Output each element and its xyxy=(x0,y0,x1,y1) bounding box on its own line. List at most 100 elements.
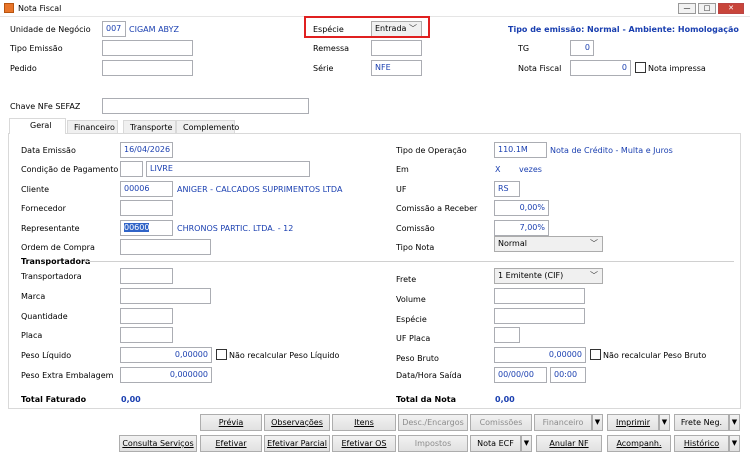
placa-field[interactable] xyxy=(120,327,173,343)
ordem-compra-label: Ordem de Compra xyxy=(21,243,95,252)
condicao-code-field[interactable] xyxy=(120,161,143,177)
comissao-field[interactable]: 7,00% xyxy=(494,220,549,236)
maximize-button[interactable]: □ xyxy=(698,3,716,14)
uf-field[interactable]: RS xyxy=(494,181,520,197)
em-x-value: X xyxy=(495,165,501,174)
representante-code-field[interactable]: 00600 xyxy=(120,220,173,236)
especie-highlight-box xyxy=(304,16,430,38)
tipo-nota-select[interactable]: Normal ﹀ xyxy=(494,236,603,252)
condicao-label: Condição de Pagamento xyxy=(21,165,119,174)
tg-label: TG xyxy=(518,44,530,53)
comissao-receber-label: Comissão a Receber xyxy=(396,204,478,213)
nao-recalcular-bruto-checkbox[interactable] xyxy=(590,349,601,360)
previa-button[interactable]: Prévia xyxy=(200,414,262,431)
peso-liquido-field[interactable]: 0,00000 xyxy=(120,347,212,363)
tipo-operacao-field[interactable]: 110.1M xyxy=(494,142,547,158)
especie-transporte-field[interactable] xyxy=(494,308,585,324)
cliente-code-field[interactable]: 00006 xyxy=(120,181,173,197)
tg-field[interactable]: 0 xyxy=(570,40,594,56)
acompanh-button[interactable]: Acompanh. xyxy=(607,435,671,452)
volume-field[interactable] xyxy=(494,288,585,304)
fornecedor-field[interactable] xyxy=(120,200,173,216)
tipo-emissao-field[interactable] xyxy=(102,40,193,56)
tab-complemento[interactable]: Complemento xyxy=(176,120,239,134)
unidade-name: CIGAM ABYZ xyxy=(129,25,179,34)
nao-recalcular-bruto-label: Não recalcular Peso Bruto xyxy=(603,351,707,360)
tipo-emissao-info: Tipo de emissão: Normal - Ambiente: Homo… xyxy=(508,25,739,34)
remessa-label: Remessa xyxy=(313,44,350,53)
nota-fiscal-field[interactable]: 0 xyxy=(570,60,631,76)
tab-financeiro[interactable]: Financeiro xyxy=(67,120,118,134)
nota-ecf-button[interactable]: Nota ECF xyxy=(470,435,521,452)
comissoes-button[interactable]: Comissões xyxy=(470,414,532,431)
comissao-label: Comissão xyxy=(396,224,435,233)
anular-nf-button[interactable]: Anular NF xyxy=(536,435,602,452)
desc-encargos-button[interactable]: Desc./Encargos xyxy=(398,414,468,431)
imprimir-dropdown-arrow[interactable]: ▼ xyxy=(659,414,670,431)
serie-field[interactable]: NFE xyxy=(371,60,422,76)
uf-placa-label: UF Placa xyxy=(396,334,431,343)
chevron-down-icon: ﹀ xyxy=(590,239,598,248)
transportadora-label: Transportadora xyxy=(21,272,82,281)
total-faturado-value: 0,00 xyxy=(121,395,141,404)
efetivar-os-button[interactable]: Efetivar OS xyxy=(332,435,396,452)
peso-extra-label: Peso Extra Embalagem xyxy=(21,371,114,380)
comissao-receber-field[interactable]: 0,00% xyxy=(494,200,549,216)
peso-bruto-label: Peso Bruto xyxy=(396,354,439,363)
financeiro-button[interactable]: Financeiro xyxy=(534,414,592,431)
nota-ecf-dropdown-arrow[interactable]: ▼ xyxy=(521,435,532,452)
hora-saida-field[interactable]: 00:00 xyxy=(550,367,586,383)
nota-impressa-checkbox[interactable] xyxy=(635,62,646,73)
close-button[interactable]: ✕ xyxy=(718,3,744,14)
efetivar-parcial-button[interactable]: Efetivar Parcial xyxy=(264,435,330,452)
financeiro-dropdown-arrow[interactable]: ▼ xyxy=(592,414,603,431)
chevron-down-icon: ﹀ xyxy=(590,271,598,280)
frete-value: 1 Emitente (CIF) xyxy=(498,271,564,280)
uf-placa-field[interactable] xyxy=(494,327,520,343)
remessa-field[interactable] xyxy=(371,40,422,56)
chave-label: Chave NFe SEFAZ xyxy=(10,102,81,111)
frete-select[interactable]: 1 Emitente (CIF) ﹀ xyxy=(494,268,603,284)
tab-geral[interactable]: Geral xyxy=(9,118,66,134)
transportadora-field[interactable] xyxy=(120,268,173,284)
app-icon xyxy=(4,3,14,13)
serie-label: Série xyxy=(313,64,334,73)
em-vezes-label: vezes xyxy=(519,165,542,174)
title-bar: Nota Fiscal — □ ✕ xyxy=(0,0,750,17)
data-saida-field[interactable]: 00/00/00 xyxy=(494,367,547,383)
quantidade-field[interactable] xyxy=(120,308,173,324)
peso-extra-field[interactable]: 0,000000 xyxy=(120,367,212,383)
tipo-operacao-desc: Nota de Crédito - Multa e Juros xyxy=(550,146,673,155)
representante-name: CHRONOS PARTIC. LTDA. - 12 xyxy=(177,224,294,233)
data-emissao-field[interactable]: 16/04/2026 xyxy=(120,142,173,158)
peso-bruto-field[interactable]: 0,00000 xyxy=(494,347,586,363)
frete-neg-button[interactable]: Frete Neg. xyxy=(674,414,729,431)
chave-field[interactable] xyxy=(102,98,309,114)
minimize-button[interactable]: — xyxy=(678,3,696,14)
placa-label: Placa xyxy=(21,331,43,340)
impostos-button[interactable]: Impostos xyxy=(398,435,468,452)
quantidade-label: Quantidade xyxy=(21,312,68,321)
marca-field[interactable] xyxy=(120,288,211,304)
historico-button[interactable]: Histórico xyxy=(674,435,729,452)
condicao-desc-field[interactable]: LIVRE xyxy=(146,161,310,177)
window-title: Nota Fiscal xyxy=(18,4,62,13)
frete-neg-dropdown-arrow[interactable]: ▼ xyxy=(729,414,740,431)
efetivar-button[interactable]: Efetivar xyxy=(200,435,262,452)
pedido-label: Pedido xyxy=(10,64,37,73)
tab-transporte[interactable]: Transporte xyxy=(123,120,176,134)
data-emissao-label: Data Emissão xyxy=(21,146,76,155)
ordem-compra-field[interactable] xyxy=(120,239,211,255)
total-faturado-label: Total Faturado xyxy=(21,395,87,404)
unidade-code-field[interactable]: 007 xyxy=(102,21,126,37)
pedido-field[interactable] xyxy=(102,60,193,76)
imprimir-button[interactable]: Imprimir xyxy=(607,414,659,431)
itens-button[interactable]: Itens xyxy=(332,414,396,431)
uf-label: UF xyxy=(396,185,407,194)
historico-dropdown-arrow[interactable]: ▼ xyxy=(729,435,740,452)
consulta-servicos-button[interactable]: Consulta Serviços xyxy=(119,435,197,452)
fornecedor-label: Fornecedor xyxy=(21,204,66,213)
observacoes-button[interactable]: Observações xyxy=(264,414,330,431)
peso-liquido-label: Peso Líquido xyxy=(21,351,72,360)
nao-recalcular-liquido-checkbox[interactable] xyxy=(216,349,227,360)
